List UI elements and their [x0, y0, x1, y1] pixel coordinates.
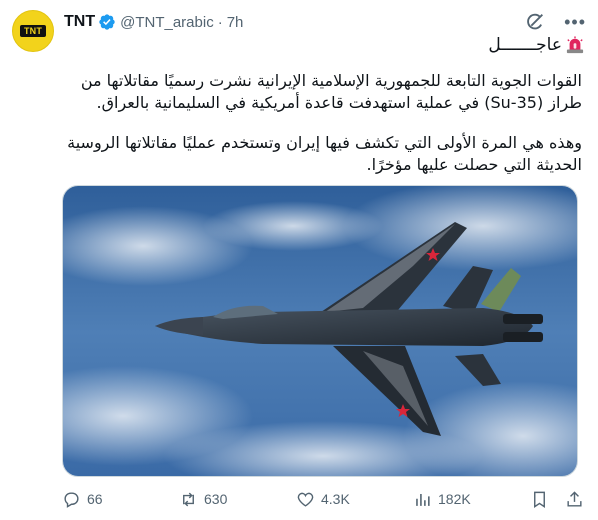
tweet-media-image[interactable]: [62, 185, 578, 477]
heart-icon: [297, 492, 314, 507]
tweet-header: TNT @TNT_arabic · 7h •••: [64, 10, 586, 34]
tweet-paragraph-2: وهذه هي المرة الأولى التي تكشف فيها إيرا…: [67, 133, 582, 174]
avatar-logo-text: TNT: [20, 25, 46, 37]
bookmark-icon[interactable]: [530, 490, 549, 509]
fighter-jet-photo: [63, 186, 577, 476]
avatar[interactable]: TNT: [12, 10, 54, 52]
breaking-text: عاجـــــــل: [488, 35, 562, 55]
author-name[interactable]: TNT: [64, 13, 95, 31]
separator-dot: ·: [217, 13, 223, 31]
tweet-text: القوات الجوية التابعة للجمهورية الإسلامي…: [64, 70, 582, 194]
retweet-count: 630: [204, 491, 228, 507]
tweet-timestamp[interactable]: 7h: [227, 14, 244, 31]
retweet-button[interactable]: 630: [179, 490, 296, 509]
like-button[interactable]: 4.3K: [296, 490, 413, 509]
siren-icon: [566, 36, 584, 54]
retweet-icon: [183, 492, 194, 506]
like-count: 4.3K: [321, 491, 350, 507]
reply-icon: [64, 491, 79, 508]
more-icon[interactable]: •••: [564, 13, 586, 31]
tweet-paragraph-1: القوات الجوية التابعة للجمهورية الإسلامي…: [80, 71, 582, 112]
breaking-label: عاجـــــــل: [488, 34, 584, 56]
tweet-action-bar: 66 630 4.3K 182K: [62, 486, 584, 512]
views-count: 182K: [438, 491, 471, 507]
views-button[interactable]: 182K: [413, 490, 530, 509]
grok-icon[interactable]: [524, 11, 546, 33]
reply-button[interactable]: 66: [62, 490, 179, 509]
verified-badge-icon: [99, 14, 115, 30]
author-handle[interactable]: @TNT_arabic: [120, 14, 214, 31]
share-icon[interactable]: [565, 490, 584, 509]
views-icon: [416, 493, 430, 506]
reply-count: 66: [87, 491, 103, 507]
